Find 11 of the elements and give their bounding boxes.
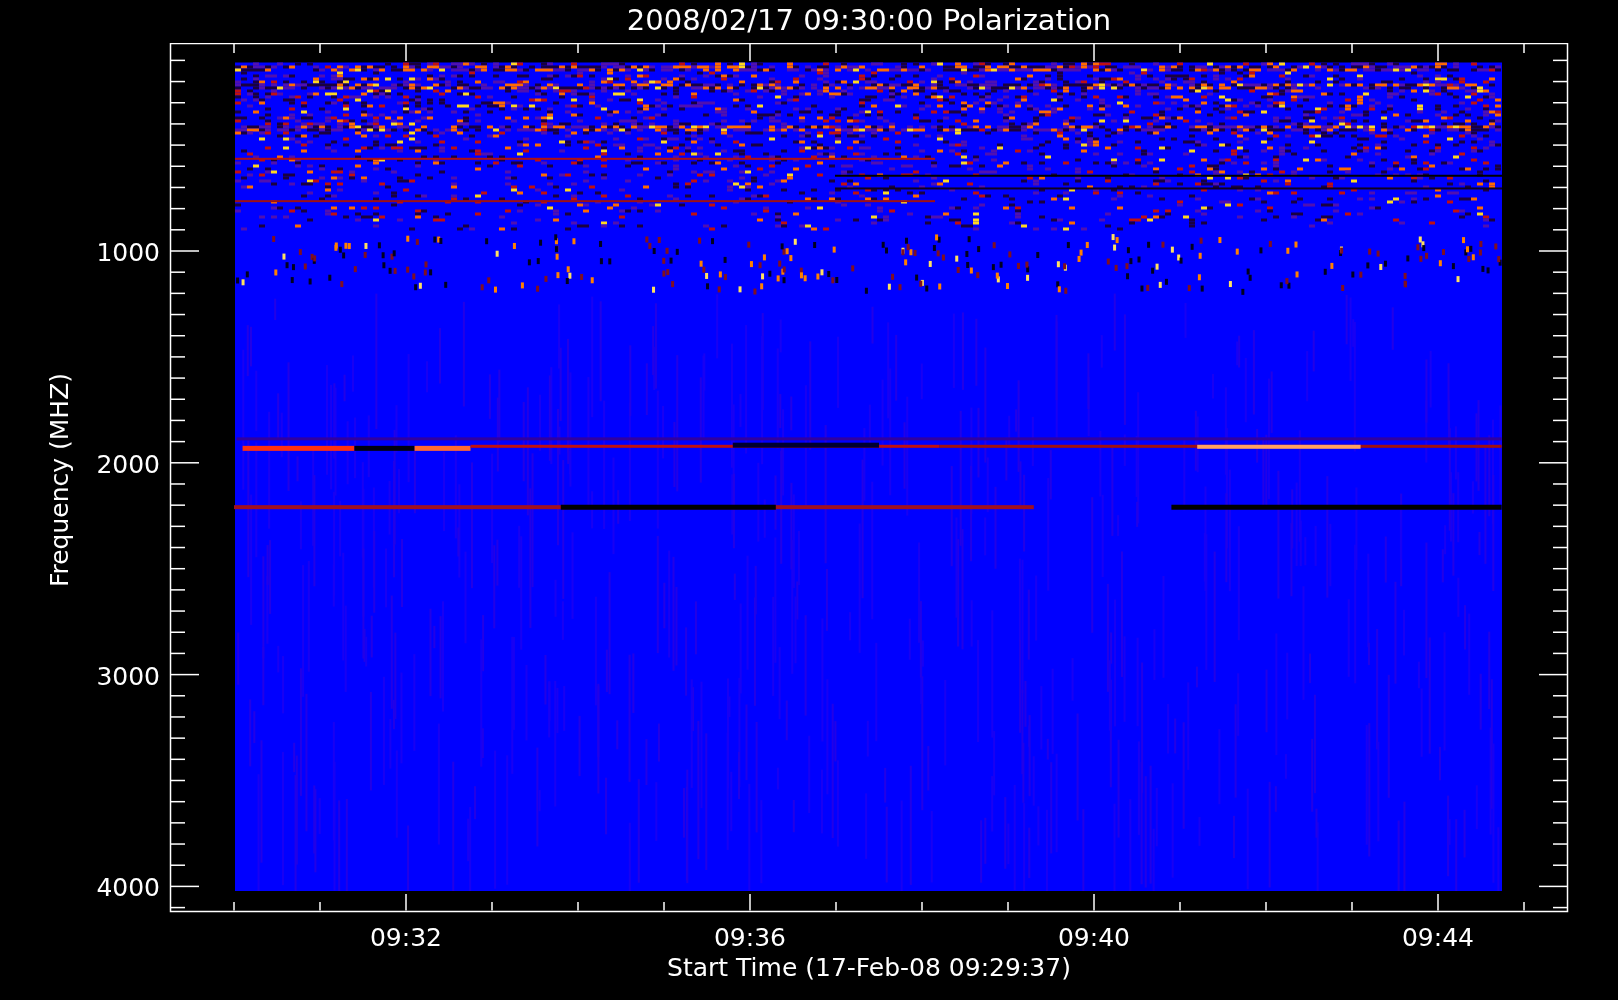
y-tick-label: 1000 [96, 238, 160, 267]
plot-title: 2008/02/17 09:30:00 Polarization [625, 2, 1113, 39]
x-tick-label: 09:32 [370, 923, 442, 952]
x-axis-label: Start Time (17-Feb-08 09:29:37) [667, 953, 1071, 983]
y-axis-label: Frequency (MHZ) [45, 372, 74, 588]
x-tick-label: 09:44 [1402, 923, 1474, 952]
x-tick-label: 09:36 [714, 923, 786, 952]
y-tick-label: 4000 [96, 873, 160, 903]
x-tick-label: 09:40 [1058, 923, 1130, 952]
y-tick-label: 2000 [96, 449, 160, 479]
y-tick-label: 3000 [96, 661, 160, 691]
